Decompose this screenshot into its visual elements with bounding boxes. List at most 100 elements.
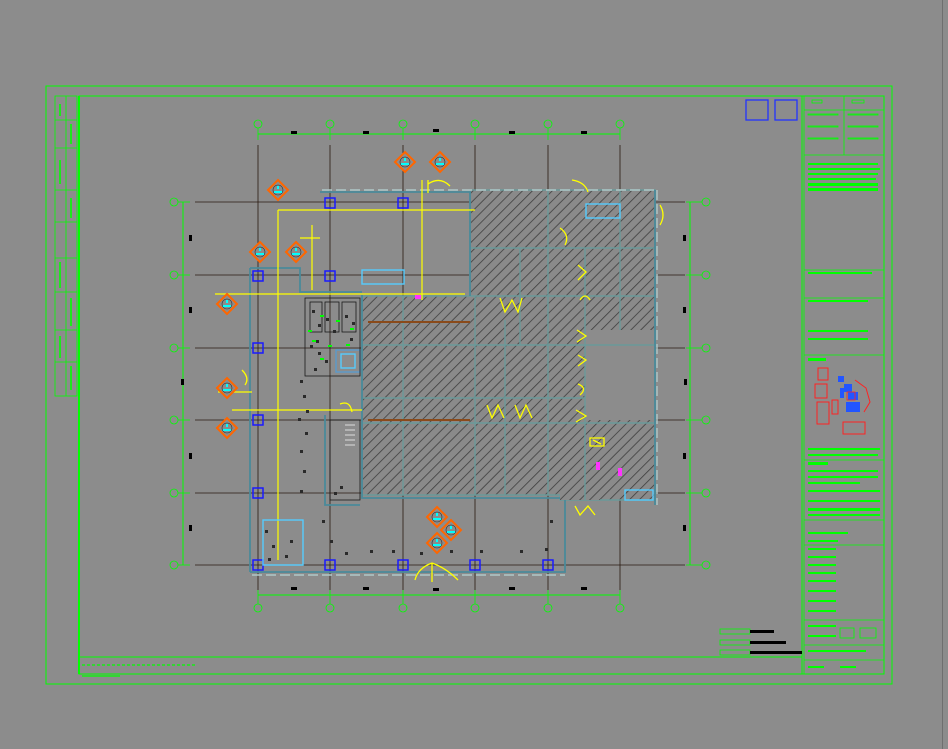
section-marker-label xyxy=(256,253,264,255)
core-mark xyxy=(450,550,453,553)
section-marker xyxy=(215,416,239,440)
axis-tick xyxy=(509,131,515,134)
grid-bubble-right xyxy=(701,270,711,280)
core-mark xyxy=(300,450,303,453)
section-marker-number xyxy=(295,248,297,251)
grid-bubble-top xyxy=(398,119,408,129)
title-block-field xyxy=(847,125,879,128)
core-mark xyxy=(520,550,523,553)
core-mark xyxy=(272,545,275,548)
title-block-text-bar xyxy=(808,635,836,637)
axis-tick xyxy=(683,235,686,241)
section-marker-number xyxy=(436,513,438,516)
section-marker-number xyxy=(277,186,279,189)
section-marker-number xyxy=(450,526,452,529)
core-mark-green xyxy=(308,330,312,332)
core-mark xyxy=(298,418,301,421)
title-block-text-bar xyxy=(808,540,838,542)
section-marker xyxy=(393,150,417,174)
title-block-text-bar xyxy=(808,508,880,511)
section-marker xyxy=(215,292,239,316)
axis-tick xyxy=(181,379,184,385)
section-marker-label xyxy=(401,163,409,165)
title-block-text-bar xyxy=(808,580,836,582)
grid-bubble-left xyxy=(169,343,179,353)
title-block-text-bar xyxy=(808,476,878,478)
section-marker-number xyxy=(226,300,228,303)
core-mark xyxy=(326,318,329,321)
title-block-text-bar xyxy=(840,666,856,668)
axis-tick xyxy=(683,525,686,531)
axis-tick xyxy=(363,131,369,134)
grid-bubble-bottom xyxy=(398,603,408,613)
title-block-text-bar xyxy=(808,590,836,592)
section-marker-number xyxy=(439,158,441,161)
section-marker-label xyxy=(223,429,231,431)
title-block-text-bar xyxy=(808,548,836,550)
title-block-text-bar xyxy=(808,610,836,612)
title-block-text-bar xyxy=(808,650,866,652)
grid-bubble-right xyxy=(701,197,711,207)
core-mark-green xyxy=(312,340,316,342)
core-mark xyxy=(345,552,348,555)
grid-bubble-bottom xyxy=(543,603,553,613)
title-block-field xyxy=(807,113,839,116)
section-marker-label xyxy=(433,518,441,520)
core-mark xyxy=(314,368,317,371)
core-mark xyxy=(312,310,315,313)
axis-tick xyxy=(433,129,439,132)
section-marker-number xyxy=(436,539,438,542)
core-mark xyxy=(322,520,325,523)
grid-bubble-top xyxy=(470,119,480,129)
title-block-field xyxy=(811,99,823,104)
viewport-edge xyxy=(942,0,943,749)
grid-bubble-right xyxy=(701,343,711,353)
title-block-text-bar xyxy=(808,490,880,492)
title-block-text-bar xyxy=(808,600,836,602)
section-marker xyxy=(266,178,290,202)
title-block-text-bar xyxy=(808,163,878,165)
core-mark xyxy=(420,552,423,555)
section-marker xyxy=(284,240,308,264)
title-block-text-bar xyxy=(808,358,826,361)
core-mark xyxy=(285,555,288,558)
section-marker xyxy=(425,505,449,529)
section-marker xyxy=(439,518,463,542)
core-mark xyxy=(303,470,306,473)
core-mark xyxy=(306,410,309,413)
title-block-text-bar xyxy=(808,272,872,274)
title-block-text-bar xyxy=(808,188,878,191)
title-block-field xyxy=(851,99,865,104)
section-marker-number xyxy=(404,158,406,161)
section-marker-label xyxy=(433,544,441,546)
section-marker xyxy=(248,240,272,264)
title-block-text-bar xyxy=(808,666,824,668)
section-marker xyxy=(425,531,449,555)
section-marker-number xyxy=(259,248,261,251)
title-block-field xyxy=(807,137,839,140)
grid-bubble-right xyxy=(701,488,711,498)
axis-tick xyxy=(581,131,587,134)
title-block-field xyxy=(847,113,879,116)
grid-bubble-right xyxy=(701,415,711,425)
core-mark xyxy=(310,345,313,348)
axis-tick xyxy=(509,587,515,590)
core-mark xyxy=(290,540,293,543)
title-block-text-bar xyxy=(808,572,836,574)
title-block-text-bar xyxy=(808,178,876,180)
title-block-field xyxy=(847,137,879,140)
axis-tick xyxy=(363,587,369,590)
core-mark-green xyxy=(336,320,340,322)
grid-bubble-top xyxy=(615,119,625,129)
core-mark xyxy=(334,492,337,495)
grid-bubble-left xyxy=(169,270,179,280)
axis-tick xyxy=(189,525,192,531)
cad-drawing-canvas xyxy=(45,85,893,685)
section-marker-label xyxy=(447,531,455,533)
title-block-text-bar xyxy=(808,625,836,627)
core-mark xyxy=(316,340,319,343)
core-mark xyxy=(480,550,483,553)
core-mark xyxy=(318,324,321,327)
grid-bubble-left xyxy=(169,560,179,570)
title-block-text-bar xyxy=(808,532,848,534)
